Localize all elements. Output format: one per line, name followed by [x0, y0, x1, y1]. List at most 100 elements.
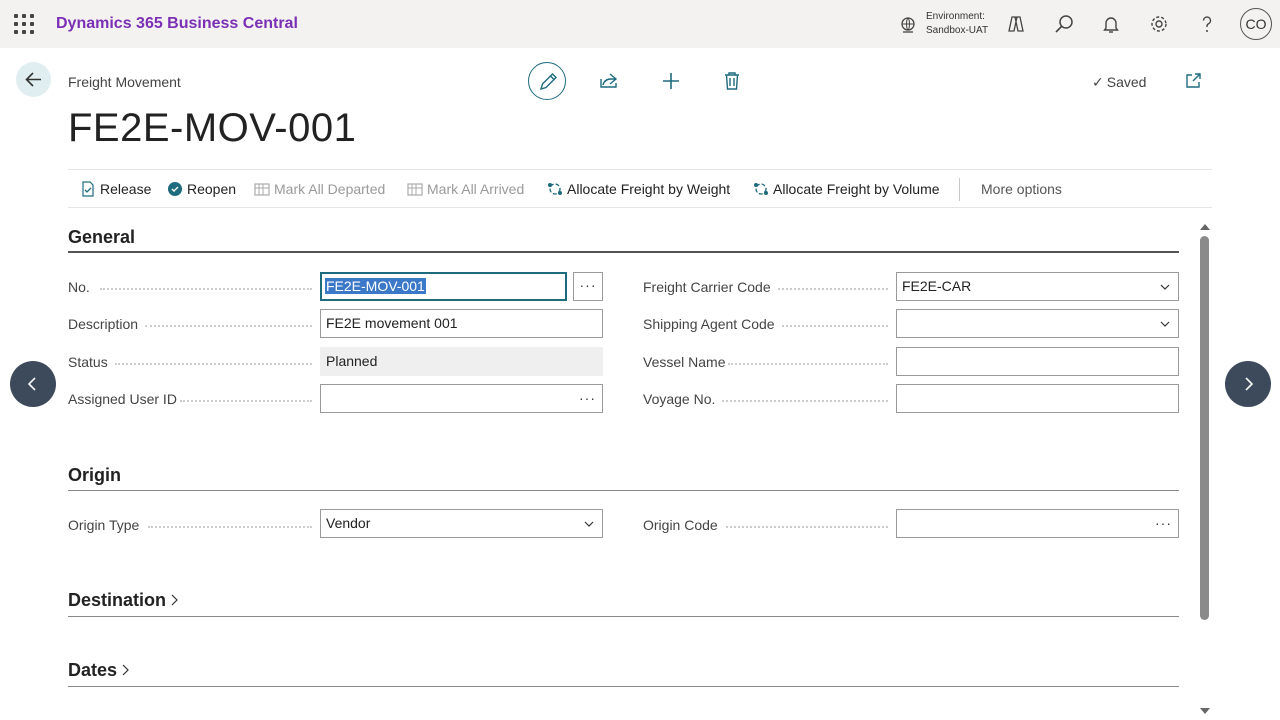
- description-label: Description: [68, 316, 139, 332]
- help-icon[interactable]: [1196, 13, 1218, 35]
- assigned-user-label: Assigned User ID: [68, 391, 177, 407]
- environment-label: Environment:: [926, 11, 985, 22]
- reopen-label: Reopen: [187, 181, 237, 197]
- departed-icon: [254, 183, 270, 196]
- chevron-down-icon: [1160, 284, 1170, 290]
- open-in-new-window-icon[interactable]: [1184, 72, 1202, 90]
- carrier-code-value: FE2E-CAR: [902, 278, 972, 294]
- origin-type-label: Origin Type: [68, 517, 140, 533]
- leader-dots: [728, 363, 888, 365]
- origin-code-field[interactable]: ···: [896, 509, 1179, 538]
- arrived-icon: [407, 183, 423, 196]
- mark-all-departed-action[interactable]: Mark All Departed: [254, 181, 385, 197]
- app-title[interactable]: Dynamics 365 Business Central: [56, 15, 298, 33]
- carrier-code-select[interactable]: FE2E-CAR: [896, 272, 1179, 301]
- no-field[interactable]: FE2E-MOV-001: [320, 272, 567, 301]
- voyage-no-label: Voyage No.: [643, 391, 716, 407]
- voyage-no-field[interactable]: [896, 384, 1179, 413]
- ellipsis-icon[interactable]: ···: [1155, 510, 1172, 537]
- previous-record-button[interactable]: [10, 361, 56, 407]
- origin-code-label: Origin Code: [643, 517, 718, 533]
- user-avatar[interactable]: CO: [1240, 8, 1272, 40]
- breadcrumb: Freight Movement: [68, 74, 181, 90]
- destination-label: Destination: [68, 590, 167, 610]
- allocate-by-weight-action[interactable]: Allocate Freight by Weight: [547, 181, 730, 197]
- pencil-icon: [539, 73, 557, 91]
- section-divider: [68, 686, 1179, 687]
- section-divider: [68, 616, 1179, 617]
- search-icon[interactable]: [1053, 13, 1075, 35]
- reopen-icon: [168, 182, 182, 196]
- environment-info[interactable]: Environment: Sandbox-UAT: [926, 10, 988, 38]
- notification-bell-icon[interactable]: [1100, 13, 1122, 35]
- shipping-agent-select[interactable]: [896, 309, 1179, 338]
- origin-type-value: Vendor: [326, 515, 371, 531]
- scroll-up-arrow-icon[interactable]: [1199, 222, 1211, 232]
- no-value: FE2E-MOV-001: [325, 278, 426, 294]
- scrollbar-thumb[interactable]: [1200, 236, 1209, 620]
- allocate-icon: [548, 183, 562, 195]
- allocate-by-volume-action[interactable]: Allocate Freight by Volume: [753, 181, 940, 197]
- chevron-down-icon: [584, 521, 594, 527]
- origin-type-select[interactable]: Vendor: [320, 509, 603, 538]
- more-options-action[interactable]: More options: [981, 181, 1062, 197]
- share-icon: [600, 73, 618, 88]
- checkmark-icon: ✓: [1092, 74, 1104, 90]
- section-destination-title[interactable]: Destination: [68, 590, 179, 611]
- carrier-code-label: Freight Carrier Code: [643, 279, 771, 295]
- mark-all-arrived-label: Mark All Arrived: [427, 181, 525, 197]
- vessel-name-label: Vessel Name: [643, 354, 726, 370]
- release-document-icon: [82, 181, 94, 197]
- ellipsis-icon[interactable]: ···: [579, 385, 596, 412]
- section-origin-title[interactable]: Origin: [68, 465, 121, 486]
- description-field[interactable]: FE2E movement 001: [320, 309, 603, 338]
- share-button[interactable]: [590, 62, 628, 100]
- section-general-title[interactable]: General: [68, 227, 135, 248]
- leader-dots: [180, 400, 312, 402]
- back-button[interactable]: [16, 62, 51, 97]
- trash-icon: [725, 72, 739, 90]
- app-launcher-icon[interactable]: [14, 14, 34, 34]
- section-dates-title[interactable]: Dates: [68, 660, 130, 681]
- no-lookup-button[interactable]: ···: [573, 272, 603, 301]
- scroll-down-arrow-icon[interactable]: [1199, 706, 1211, 716]
- leader-dots: [782, 325, 888, 327]
- page-title: FE2E-MOV-001: [68, 106, 357, 150]
- next-record-button[interactable]: [1225, 361, 1271, 407]
- edit-button[interactable]: [528, 62, 566, 100]
- arrow-left-icon: [25, 72, 41, 87]
- vessel-name-field[interactable]: [896, 347, 1179, 376]
- shipping-agent-label: Shipping Agent Code: [643, 316, 775, 332]
- top-bar: Dynamics 365 Business Central Environmen…: [0, 0, 1280, 48]
- allocate-by-weight-label: Allocate Freight by Weight: [567, 181, 731, 197]
- action-separator: [959, 178, 960, 201]
- dates-label: Dates: [68, 660, 118, 680]
- copilot-icon[interactable]: [1005, 13, 1027, 35]
- plus-icon: [663, 73, 679, 89]
- leader-dots: [722, 400, 888, 402]
- new-button[interactable]: [652, 62, 690, 100]
- allocate-icon: [754, 183, 768, 195]
- reopen-action[interactable]: Reopen: [167, 181, 236, 197]
- delete-button[interactable]: [713, 62, 751, 100]
- settings-gear-icon[interactable]: [1148, 13, 1170, 35]
- leader-dots: [145, 325, 312, 327]
- assigned-user-field[interactable]: ···: [320, 384, 603, 413]
- no-label: No.: [68, 279, 90, 295]
- allocate-by-volume-label: Allocate Freight by Volume: [773, 181, 940, 197]
- leader-dots: [726, 526, 888, 528]
- chevron-right-icon: [171, 594, 178, 606]
- section-divider: [68, 490, 1179, 491]
- leader-dots: [115, 363, 312, 365]
- leader-dots: [778, 288, 888, 290]
- mark-all-arrived-action[interactable]: Mark All Arrived: [407, 181, 524, 197]
- saved-label: Saved: [1106, 74, 1147, 90]
- release-action[interactable]: Release: [80, 181, 151, 197]
- chevron-left-icon: [27, 377, 36, 391]
- chevron-right-icon: [1245, 377, 1254, 391]
- section-divider: [68, 251, 1179, 253]
- status-label: Status: [68, 354, 108, 370]
- leader-dots: [100, 288, 312, 290]
- saved-status: ✓ Saved: [1092, 74, 1146, 91]
- leader-dots: [148, 526, 312, 528]
